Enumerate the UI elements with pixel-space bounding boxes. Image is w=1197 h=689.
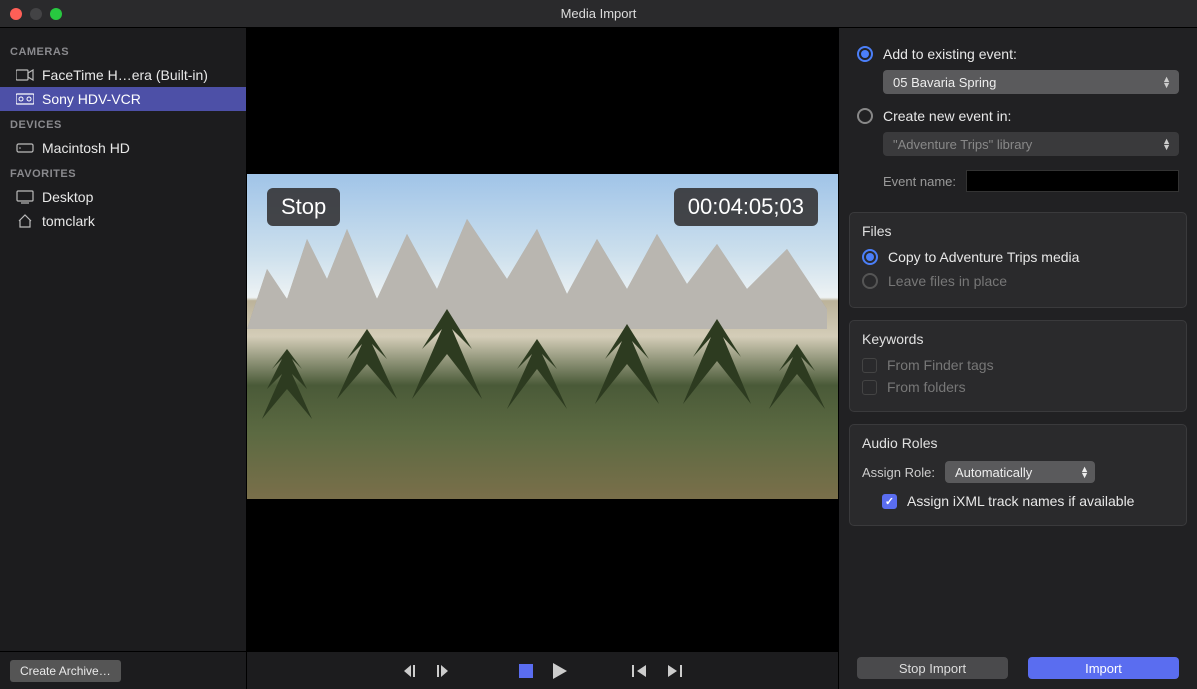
viewer-panel: Stop 00:04:05;03	[247, 28, 839, 689]
sidebar-item-label: Sony HDV-VCR	[42, 91, 141, 107]
chevron-updown-icon: ▲▼	[1162, 138, 1171, 150]
keywords-panel: Keywords From Finder tags From folders	[849, 320, 1187, 412]
finder-tags-label: From Finder tags	[887, 357, 994, 373]
camera-icon	[16, 68, 34, 82]
rewind-button[interactable]	[402, 661, 422, 681]
sidebar-header-cameras: CAMERAS	[0, 38, 246, 63]
assign-role-value: Automatically	[955, 465, 1032, 480]
home-icon	[16, 214, 34, 228]
next-button[interactable]	[664, 661, 684, 681]
chevron-updown-icon: ▲▼	[1080, 466, 1089, 478]
sidebar-item-home[interactable]: tomclark	[0, 209, 246, 233]
event-name-input[interactable]	[966, 170, 1179, 192]
files-panel: Files Copy to Adventure Trips media Leav…	[849, 212, 1187, 308]
keywords-title: Keywords	[862, 331, 1174, 347]
sidebar-header-favorites: FAVORITES	[0, 160, 246, 185]
inspector-panel: Add to existing event: 05 Bavaria Spring…	[839, 28, 1197, 689]
assign-role-label: Assign Role:	[862, 465, 935, 480]
new-event-library-value: "Adventure Trips" library	[893, 137, 1032, 152]
new-event-library-select[interactable]: "Adventure Trips" library ▲▼	[883, 132, 1179, 156]
titlebar: Media Import	[0, 0, 1197, 28]
transport-bar	[247, 651, 838, 689]
previous-button[interactable]	[630, 661, 650, 681]
stop-import-button[interactable]: Stop Import	[857, 657, 1008, 679]
import-button[interactable]: Import	[1028, 657, 1179, 679]
window-close-button[interactable]	[10, 8, 22, 20]
audio-roles-title: Audio Roles	[862, 435, 1174, 451]
new-event-label: Create new event in:	[883, 108, 1011, 124]
radio-existing-event[interactable]	[857, 46, 873, 62]
desktop-icon	[16, 190, 34, 204]
leave-files-label: Leave files in place	[888, 273, 1007, 289]
sidebar-item-label: Desktop	[42, 189, 93, 205]
sidebar: CAMERAS FaceTime H…era (Built-in) Sony H…	[0, 28, 247, 689]
existing-event-value: 05 Bavaria Spring	[893, 75, 996, 90]
existing-event-select[interactable]: 05 Bavaria Spring ▲▼	[883, 70, 1179, 94]
sidebar-item-label: Macintosh HD	[42, 140, 130, 156]
tape-icon	[16, 92, 34, 106]
existing-event-label: Add to existing event:	[883, 46, 1017, 62]
timecode-display: 00:04:05;03	[674, 188, 818, 226]
window-title: Media Import	[0, 6, 1197, 21]
sidebar-item-sony-hdv[interactable]: Sony HDV-VCR	[0, 87, 246, 111]
radio-leave-files[interactable]	[862, 273, 878, 289]
audio-roles-panel: Audio Roles Assign Role: Automatically ▲…	[849, 424, 1187, 526]
ixml-label: Assign iXML track names if available	[907, 493, 1134, 509]
sidebar-item-label: FaceTime H…era (Built-in)	[42, 67, 208, 83]
radio-new-event[interactable]	[857, 108, 873, 124]
assign-role-select[interactable]: Automatically ▲▼	[945, 461, 1095, 483]
checkbox-ixml[interactable]	[882, 494, 897, 509]
disk-icon	[16, 141, 34, 155]
play-button[interactable]	[550, 661, 570, 681]
window-zoom-button[interactable]	[50, 8, 62, 20]
files-title: Files	[862, 223, 1174, 239]
sidebar-item-label: tomclark	[42, 213, 95, 229]
create-archive-button[interactable]: Create Archive…	[10, 660, 121, 682]
from-folders-label: From folders	[887, 379, 966, 395]
sidebar-header-devices: DEVICES	[0, 111, 246, 136]
copy-files-label: Copy to Adventure Trips media	[888, 249, 1079, 265]
window-minimize-button[interactable]	[30, 8, 42, 20]
stop-button[interactable]	[516, 661, 536, 681]
sidebar-item-desktop[interactable]: Desktop	[0, 185, 246, 209]
event-name-label: Event name:	[883, 174, 956, 189]
sidebar-item-macintosh-hd[interactable]: Macintosh HD	[0, 136, 246, 160]
fast-forward-button[interactable]	[436, 661, 456, 681]
chevron-updown-icon: ▲▼	[1162, 76, 1171, 88]
checkbox-finder-tags[interactable]	[862, 358, 877, 373]
sidebar-item-facetime[interactable]: FaceTime H…era (Built-in)	[0, 63, 246, 87]
stop-recording-button[interactable]: Stop	[267, 188, 340, 226]
radio-copy-files[interactable]	[862, 249, 878, 265]
checkbox-from-folders[interactable]	[862, 380, 877, 395]
